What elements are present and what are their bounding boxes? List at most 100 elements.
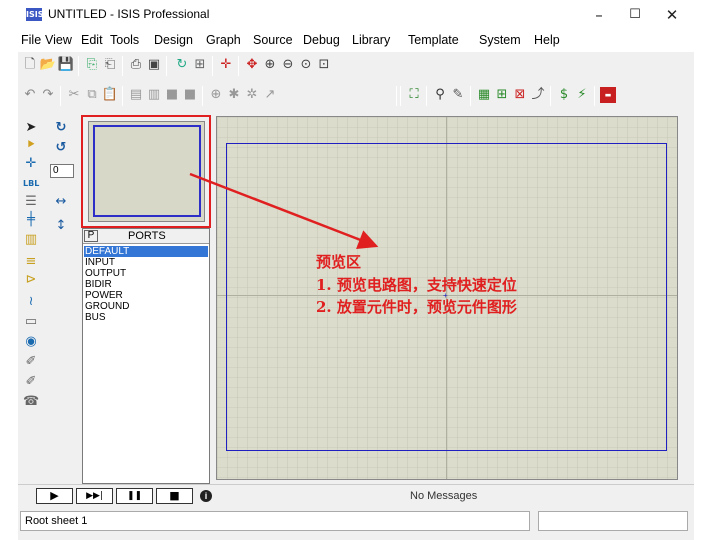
isis-window: ISIS UNTITLED - ISIS Professional – ☐ ✕ … [18, 0, 694, 540]
mirror-y-icon[interactable]: ↕ [53, 218, 69, 234]
zoom-area-icon[interactable]: ⊡ [316, 57, 332, 73]
pause-button[interactable]: ❚❚ [116, 488, 153, 504]
object-selector-header: P PORTS [83, 229, 209, 244]
block-delete-icon[interactable]: ■ [182, 87, 198, 103]
copy-icon[interactable]: ⧉ [84, 87, 100, 103]
decompose-icon[interactable]: ↗ [262, 87, 278, 103]
port-item-default[interactable]: DEFAULT [84, 246, 208, 257]
annotation-line-1: 1. 预览电路图，支持快速定位 [316, 276, 517, 294]
export-icon[interactable]: ⎗ [102, 57, 118, 73]
new-sheet-icon[interactable]: ▦ [476, 87, 492, 103]
menu-design[interactable]: Design [154, 33, 193, 47]
save-icon[interactable]: 💾 [58, 57, 74, 73]
menu-template[interactable]: Template [408, 33, 459, 47]
annotation-line-2: 2. 放置元件时，预览元件图形 [316, 298, 517, 316]
isis-app-icon: ISIS [26, 8, 44, 21]
menu-help[interactable]: Help [534, 33, 560, 47]
ares-icon[interactable]: ▬ [600, 87, 616, 103]
minimize-button[interactable]: – [579, 2, 619, 28]
pick-device-icon[interactable]: ⊕ [208, 87, 224, 103]
annotation-heading: 预览区 [316, 253, 362, 271]
selection-mode-icon[interactable]: ➤ [23, 120, 39, 136]
wire-autorouter-icon[interactable]: ⛶ [406, 87, 422, 103]
package-tool-icon[interactable]: ✲ [244, 87, 260, 103]
print-area-icon[interactable]: ▣ [146, 57, 162, 73]
menu-library[interactable]: Library [352, 33, 390, 47]
cut-icon[interactable]: ✂ [66, 87, 82, 103]
redo-icon[interactable]: ↷ [40, 87, 56, 103]
mirror-x-icon[interactable]: ↔ [53, 194, 69, 210]
electrical-check-icon[interactable]: ⚡ [574, 87, 590, 103]
menu-file[interactable]: File [21, 33, 41, 47]
pick-button[interactable]: P [84, 230, 98, 242]
refresh-icon[interactable]: ↻ [174, 57, 190, 73]
pan-icon[interactable]: ✥ [244, 57, 260, 73]
menu-tools[interactable]: Tools [110, 33, 139, 47]
junction-mode-icon[interactable]: ✛ [23, 156, 39, 172]
bus-mode-icon[interactable]: ╪ [23, 212, 39, 228]
zoom-all-icon[interactable]: ⊙ [298, 57, 314, 73]
window-title: UNTITLED - ISIS Professional [48, 7, 210, 21]
rotate-clockwise-icon[interactable]: ↻ [53, 120, 69, 136]
info-icon[interactable]: i [200, 490, 212, 502]
text-script-mode-icon[interactable]: ☰ [23, 194, 39, 210]
paste-icon[interactable]: 📋 [102, 87, 118, 103]
port-item-power[interactable]: POWER [84, 290, 208, 301]
preview-highlight-box [81, 115, 211, 228]
play-button[interactable]: ▶ [36, 488, 73, 504]
coordinate-display [538, 511, 688, 531]
sheet-label: Root sheet 1 [25, 515, 88, 527]
menu-view[interactable]: View [45, 33, 72, 47]
maximize-button[interactable]: ☐ [615, 2, 655, 28]
simulation-bar: ▶ ▶▶| ❚❚ ■ i No Messages [18, 484, 694, 506]
undo-icon[interactable]: ↶ [22, 87, 38, 103]
generator-mode-icon[interactable]: ◉ [23, 334, 39, 350]
zoom-in-icon[interactable]: ⊕ [262, 57, 278, 73]
device-pins-mode-icon[interactable]: ⊳ [23, 272, 39, 288]
voltage-probe-icon[interactable]: ✐ [23, 354, 39, 370]
search-tag-icon[interactable]: ⚲ [432, 87, 448, 103]
terminals-mode-icon[interactable]: ≡ [23, 254, 39, 270]
goto-child-icon[interactable]: ⤴ [530, 87, 546, 103]
port-item-input[interactable]: INPUT [84, 257, 208, 268]
menu-edit[interactable]: Edit [81, 33, 103, 47]
menu-graph[interactable]: Graph [206, 33, 241, 47]
port-item-bidir[interactable]: BIDIR [84, 279, 208, 290]
add-sheet-icon[interactable]: ⊞ [494, 87, 510, 103]
property-assignment-icon[interactable]: ✎ [450, 87, 466, 103]
subcircuit-mode-icon[interactable]: ▥ [23, 232, 39, 248]
bill-of-materials-icon[interactable]: $ [556, 87, 572, 103]
port-item-bus[interactable]: BUS [84, 312, 208, 323]
stop-button[interactable]: ■ [156, 488, 193, 504]
wire-label-mode-icon[interactable]: LBL [23, 176, 39, 192]
remove-sheet-icon[interactable]: ⊠ [512, 87, 528, 103]
menu-system[interactable]: System [479, 33, 521, 47]
menu-debug[interactable]: Debug [303, 33, 340, 47]
menu-bar: File View Edit Tools Design Graph Source… [18, 30, 694, 52]
block-rotate-icon[interactable]: ■ [164, 87, 180, 103]
virtual-instruments-icon[interactable]: ☎ [23, 394, 39, 410]
step-button[interactable]: ▶▶| [76, 488, 113, 504]
rotation-angle-field[interactable]: 0 [50, 164, 74, 178]
menu-source[interactable]: Source [253, 33, 293, 47]
current-probe-icon[interactable]: ✐ [23, 374, 39, 390]
import-icon[interactable]: ⎘ [84, 57, 100, 73]
graph-mode-icon[interactable]: ≀ [23, 294, 39, 310]
sheet-indicator[interactable]: Root sheet 1 [20, 511, 530, 531]
port-item-ground[interactable]: GROUND [84, 301, 208, 312]
port-item-output[interactable]: OUTPUT [84, 268, 208, 279]
print-icon[interactable]: ⎙ [128, 57, 144, 73]
message-status: No Messages [410, 490, 478, 502]
zoom-out-icon[interactable]: ⊖ [280, 57, 296, 73]
component-mode-icon[interactable]: ⯈ [23, 138, 39, 154]
block-copy-icon[interactable]: ▤ [128, 87, 144, 103]
rotate-anticlockwise-icon[interactable]: ↺ [53, 140, 69, 156]
block-move-icon[interactable]: ▥ [146, 87, 162, 103]
grid-icon[interactable]: ⊞ [192, 57, 208, 73]
origin-icon[interactable]: ✛ [218, 57, 234, 73]
close-button[interactable]: ✕ [652, 2, 692, 28]
make-device-icon[interactable]: ✱ [226, 87, 242, 103]
new-file-icon[interactable]: 🗋 [22, 57, 38, 73]
tape-recorder-icon[interactable]: ▭ [23, 314, 39, 330]
open-folder-icon[interactable]: 📂 [40, 57, 56, 73]
